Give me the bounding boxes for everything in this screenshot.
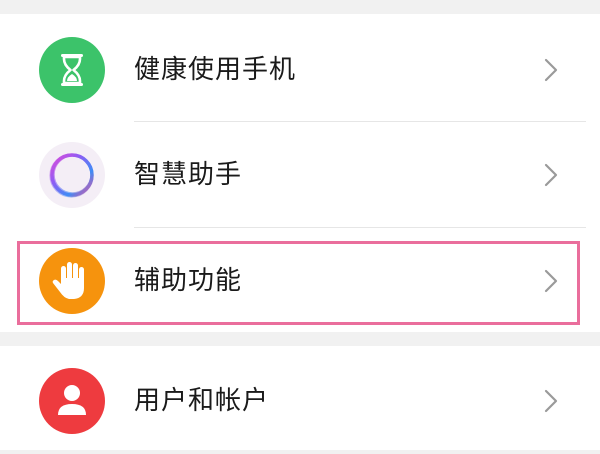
chevron-right-icon <box>544 389 558 413</box>
settings-item-smart-assistant[interactable]: 智慧助手 <box>0 122 600 228</box>
settings-item-users-accounts[interactable]: 用户和帐户 <box>0 348 600 454</box>
chevron-right-icon <box>544 163 558 187</box>
settings-item-label: 辅助功能 <box>134 266 243 296</box>
smart-assistant-ring-icon <box>39 142 105 208</box>
settings-item-label: 智慧助手 <box>134 160 243 190</box>
settings-item-digital-balance[interactable]: 健康使用手机 <box>0 17 600 123</box>
user-icon <box>39 368 105 434</box>
hourglass-icon <box>39 37 105 103</box>
chevron-right-icon <box>544 58 558 82</box>
settings-item-label: 用户和帐户 <box>134 386 270 416</box>
settings-item-label: 健康使用手机 <box>134 55 297 85</box>
hand-icon <box>39 248 105 314</box>
chevron-right-icon <box>544 269 558 293</box>
settings-item-accessibility[interactable]: 辅助功能 <box>0 228 600 334</box>
